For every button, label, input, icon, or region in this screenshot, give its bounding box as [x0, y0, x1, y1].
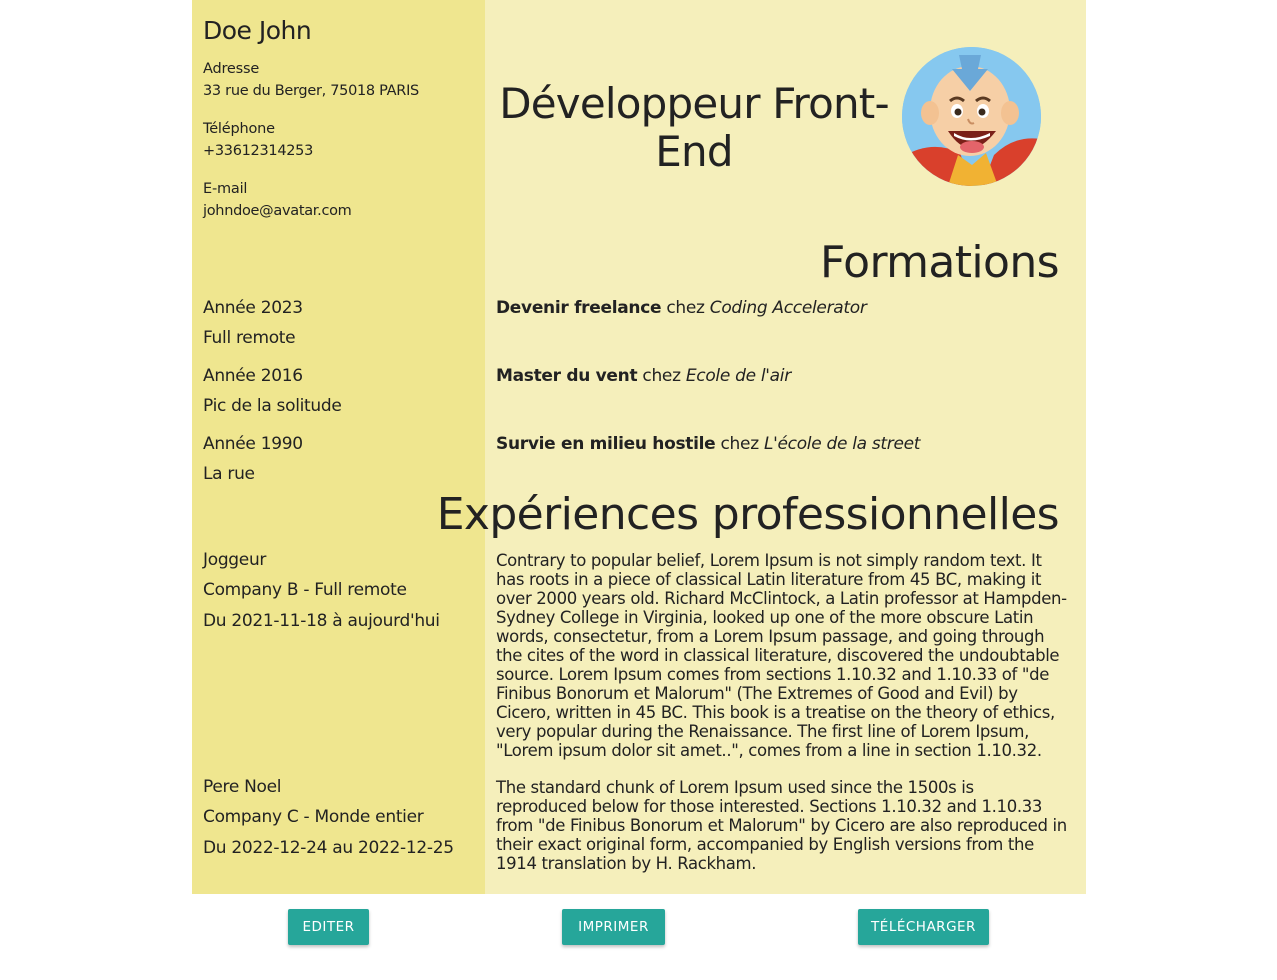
formation-connector: chez — [720, 434, 760, 454]
formation-location: Pic de la solitude — [203, 396, 342, 416]
edit-button[interactable]: Editer — [288, 909, 369, 945]
formation-school: L'école de la street — [763, 434, 921, 454]
formation-school: Coding Accelerator — [709, 298, 867, 318]
address-label: Adresse — [203, 61, 260, 77]
experience-period: Du 2022-12-24 au 2022-12-25 — [203, 838, 454, 858]
formation-diploma: Master du vent — [496, 366, 638, 386]
phone-label: Téléphone — [203, 121, 275, 137]
email-label: E-mail — [203, 181, 248, 197]
experiences-heading: Expériences professionnelles — [436, 489, 1060, 540]
experience-description: Contrary to popular belief, Lorem Ipsum … — [496, 551, 1067, 760]
avatar-illustration — [902, 47, 1041, 186]
formation-entry: Survie en milieu hostile chez L'école de… — [496, 434, 920, 454]
job-title: Développeur Front-End — [499, 79, 889, 176]
formation-connector: chez — [666, 298, 705, 318]
experience-role: Joggeur — [203, 550, 267, 570]
formation-year: Année 1990 — [203, 434, 303, 454]
formation-connector: chez — [642, 366, 681, 386]
cv-document: Doe John Adresse 33 rue du Berger, 75018… — [192, 0, 1086, 894]
formation-entry: Devenir freelance chez Coding Accelerato… — [496, 298, 867, 318]
formation-location: Full remote — [203, 328, 296, 348]
cv-sidebar: Doe John Adresse 33 rue du Berger, 75018… — [192, 0, 485, 894]
formations-heading: Formations — [819, 237, 1060, 288]
avatar-portrait-icon — [902, 47, 1041, 186]
formation-year: Année 2023 — [203, 298, 303, 318]
formation-diploma: Devenir freelance — [496, 298, 662, 318]
experience-description: The standard chunk of Lorem Ipsum used s… — [496, 778, 1067, 873]
profile-name: Doe John — [203, 16, 312, 45]
download-button[interactable]: Télécharger — [858, 909, 989, 945]
formation-diploma: Survie en milieu hostile — [496, 434, 716, 454]
experience-period: Du 2021-11-18 à aujourd'hui — [203, 611, 440, 631]
email-value: johndoe@avatar.com — [203, 203, 352, 219]
phone-value: +33612314253 — [203, 143, 314, 159]
formation-location: La rue — [203, 464, 255, 484]
address-value: 33 rue du Berger, 75018 PARIS — [203, 83, 419, 99]
formation-year: Année 2016 — [203, 366, 303, 386]
experience-company: Company C - Monde entier — [203, 807, 424, 827]
formation-school: Ecole de l'air — [685, 366, 791, 386]
formation-entry: Master du vent chez Ecole de l'air — [496, 366, 791, 386]
cv-main: Développeur Front-End Formations Devenir… — [437, 0, 1086, 894]
experience-role: Pere Noel — [203, 777, 282, 797]
print-button[interactable]: Imprimer — [562, 909, 665, 945]
experience-company: Company B - Full remote — [203, 580, 407, 600]
